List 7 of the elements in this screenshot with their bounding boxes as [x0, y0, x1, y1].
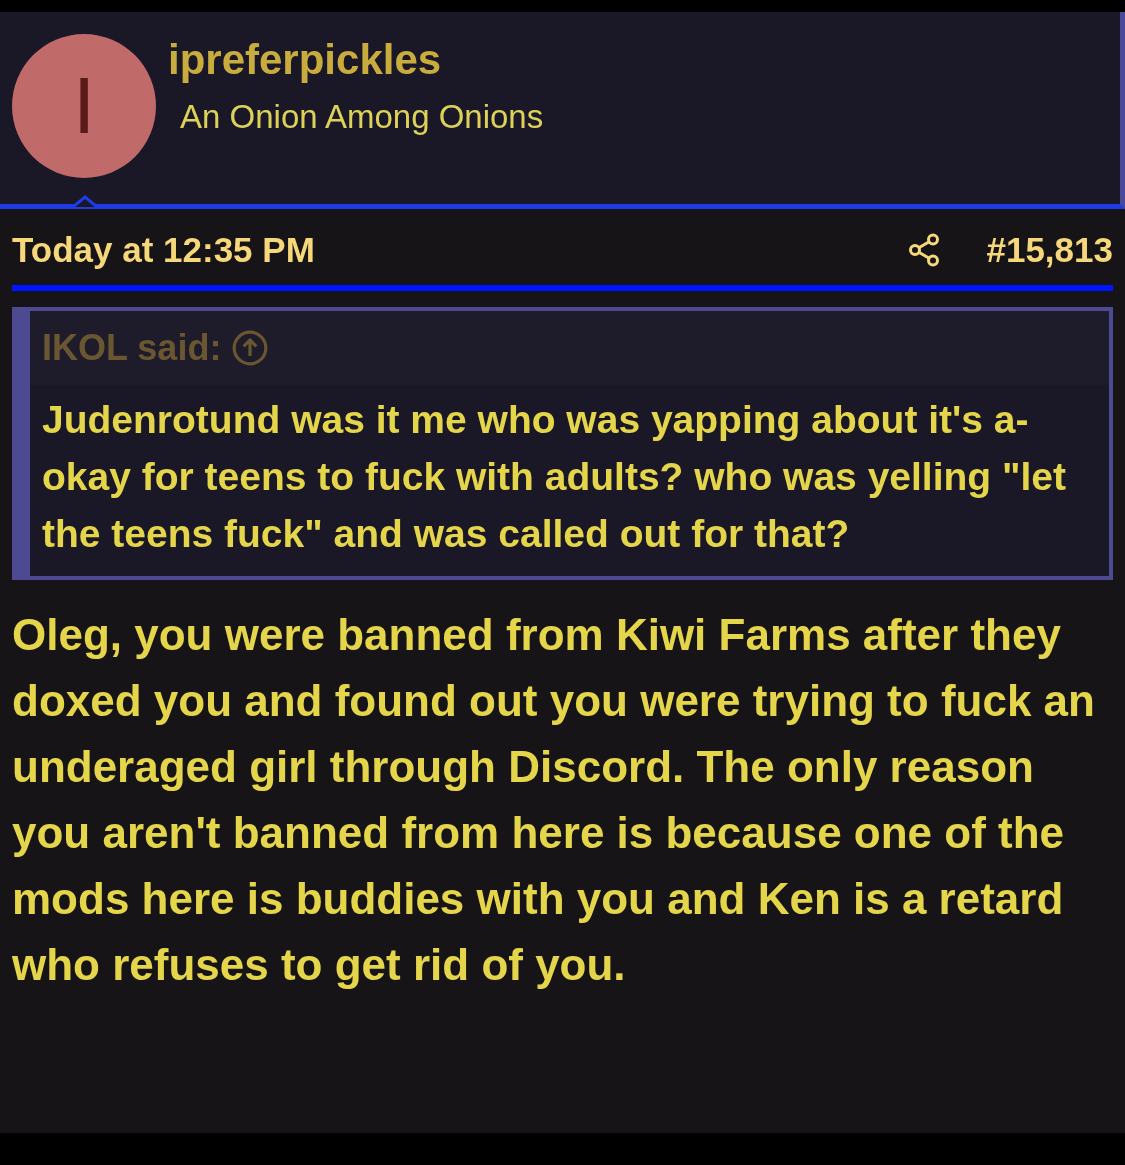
user-title: An Onion Among Onions — [180, 98, 544, 136]
post-body: Oleg, you were banned from Kiwi Farms after they doxed you and found out you were trying to fuck an underaged girl through Discord. The only reason you aren't banned from here is because one of the mods here is buddies with you and Ken is a retard who refuses to get rid of you. — [11, 609, 1096, 991]
username[interactable]: ipreferpickles — [168, 36, 544, 84]
post-timestamp[interactable]: Today at 12:35 PM — [12, 230, 907, 270]
arrow-up-circle-icon[interactable] — [231, 329, 270, 367]
post-number[interactable]: #15,813 — [986, 230, 1113, 270]
quote-text: Judenrotund was it me who was yapping about it's a-okay for teens to fuck with adults? who was yelling "let the teens fuck" and was called out for that? — [41, 397, 1067, 557]
